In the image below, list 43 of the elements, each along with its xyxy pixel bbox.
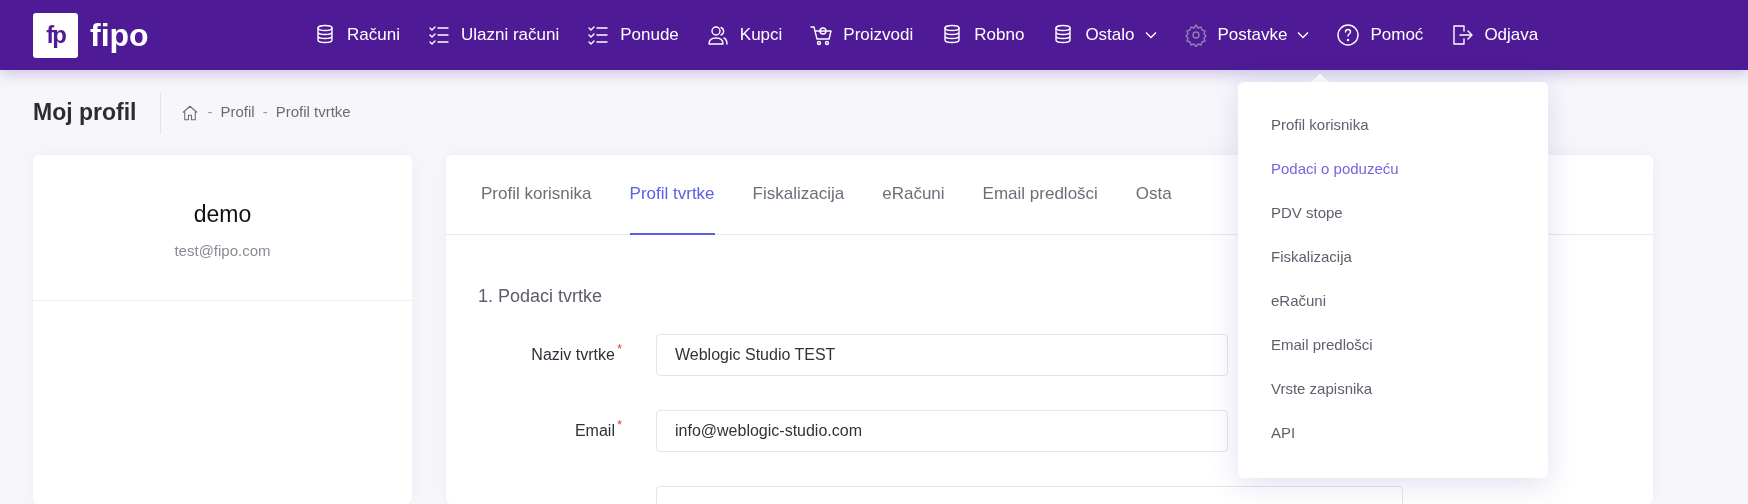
menu-item[interactable]: Profil korisnika — [1238, 104, 1548, 148]
menu-item[interactable]: Vrste zapisnika — [1238, 368, 1548, 412]
tab[interactable]: eRačuni — [882, 155, 945, 235]
menu-item[interactable]: Email predlošci — [1238, 324, 1548, 368]
menu-item[interactable]: Fiskalizacija — [1238, 236, 1548, 280]
home-icon[interactable] — [181, 103, 200, 122]
nav-item[interactable]: Ulazni računi — [426, 22, 560, 48]
logo-mark[interactable]: fp — [33, 12, 78, 58]
tab[interactable]: Osta — [1135, 155, 1172, 235]
nav-item[interactable]: Ponude — [586, 22, 679, 48]
profile-email: test@fipo.com — [174, 240, 271, 261]
breadcrumb-link[interactable]: Profil tvrtke — [275, 101, 351, 124]
profile-name: demo — [193, 200, 252, 229]
nav-item[interactable]: Računi — [313, 22, 400, 48]
nav-item[interactable]: Ostalo — [1051, 22, 1157, 48]
menu-item[interactable]: API — [1238, 412, 1548, 456]
nav-item[interactable]: Kupci — [705, 22, 783, 48]
tab[interactable]: Email predlošci — [982, 155, 1098, 235]
menu-item[interactable]: PDV stope — [1238, 192, 1548, 236]
menu-item[interactable]: Podaci o poduzeću — [1238, 148, 1548, 192]
nav-item[interactable]: Odjava — [1450, 22, 1539, 48]
breadcrumb-link[interactable]: Profil — [220, 101, 255, 124]
nav-item[interactable]: Robno — [940, 22, 1025, 48]
chevron-down-icon — [1297, 31, 1310, 39]
section-title: 1. Podaci tvrtke — [478, 285, 603, 308]
field-label: Email — [574, 421, 615, 441]
required-mark: * — [616, 416, 622, 434]
nav-item[interactable]: Proizvodi — [809, 22, 914, 48]
logo-text: fipo — [90, 16, 149, 55]
tab[interactable]: Fiskalizacija — [752, 155, 845, 235]
page-title: Moj profil — [33, 98, 138, 128]
input-field[interactable]: Weblogic Studio TEST — [656, 334, 1228, 376]
menu-item[interactable]: eRačuni — [1238, 280, 1548, 324]
tab[interactable]: Profil korisnika — [481, 155, 592, 235]
breadcrumb-separator: - — [262, 102, 268, 123]
breadcrumb-separator: - — [207, 102, 213, 123]
tab[interactable]: Profil tvrtke — [629, 155, 715, 235]
chevron-down-icon — [1144, 31, 1157, 39]
required-mark: * — [616, 340, 622, 358]
nav-item[interactable]: Postavke — [1183, 22, 1310, 48]
field-label: Naziv tvrtke — [531, 345, 615, 365]
nav-item[interactable]: Pomoć — [1336, 22, 1424, 48]
input-field[interactable]: info@weblogic-studio.com — [656, 410, 1228, 452]
